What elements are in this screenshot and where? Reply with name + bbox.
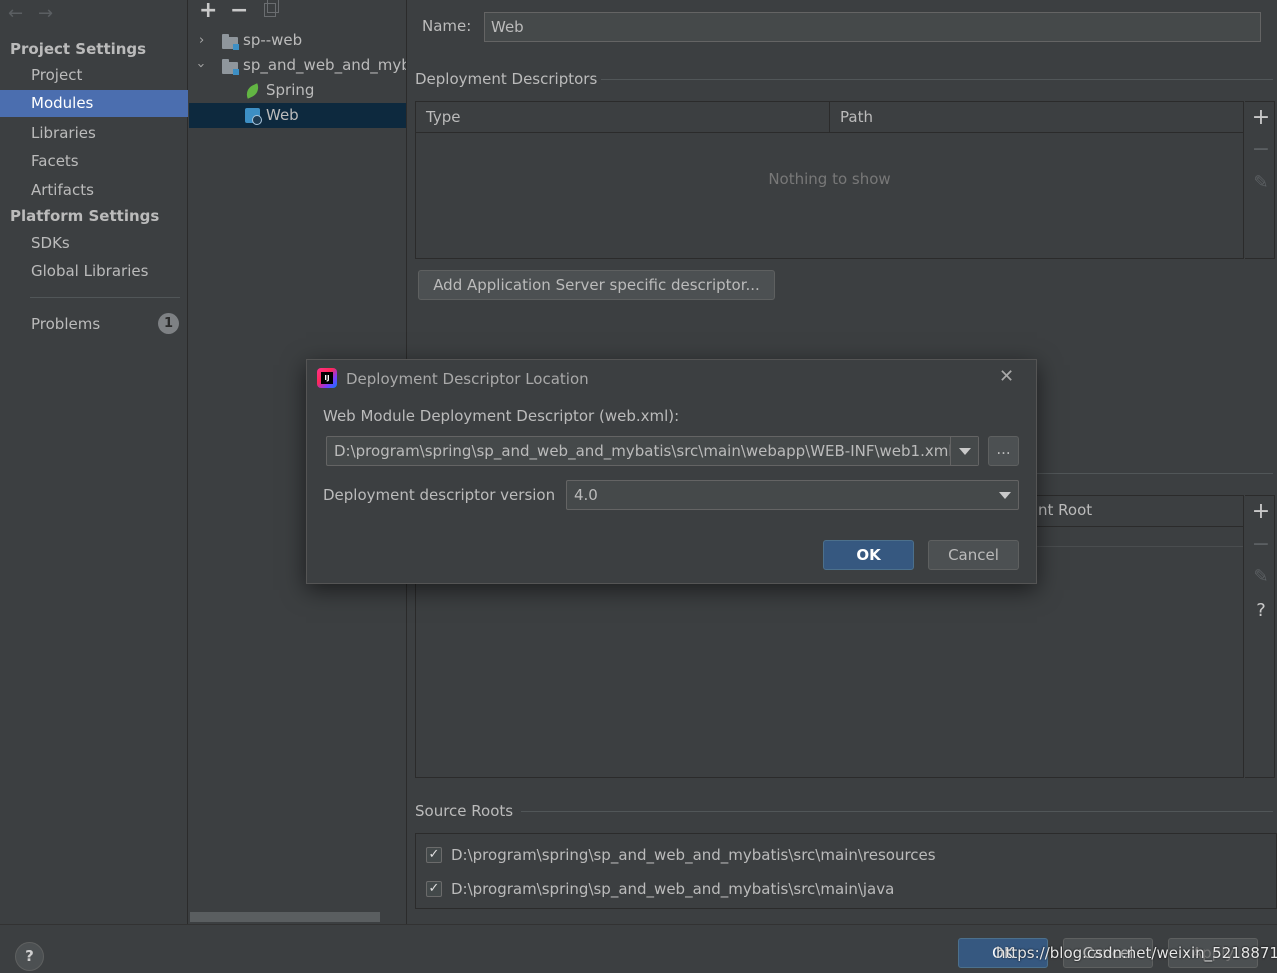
- descriptor-path-combobox[interactable]: D:\program\spring\sp_and_web_and_mybatis…: [326, 436, 979, 466]
- tree-horizontal-scrollbar[interactable]: [190, 912, 380, 922]
- sidebar-item-facets[interactable]: Facets: [0, 148, 188, 175]
- descriptor-version-value: 4.0: [574, 486, 598, 504]
- source-root-path: D:\program\spring\sp_and_web_and_mybatis…: [451, 846, 936, 864]
- tree-node-web[interactable]: Web: [189, 103, 406, 128]
- edit-resource-icon[interactable]: ✎: [1246, 566, 1276, 588]
- tree-node-spring[interactable]: Spring: [189, 78, 406, 103]
- spring-leaf-icon: [243, 83, 262, 99]
- sidebar-separator: [30, 297, 180, 298]
- source-root-checkbox[interactable]: ✓: [426, 847, 442, 863]
- add-descriptor-icon[interactable]: +: [1246, 107, 1276, 129]
- help-button[interactable]: ?: [15, 942, 44, 971]
- web-facet-icon: [245, 108, 262, 125]
- add-app-server-descriptor-button[interactable]: Add Application Server specific descript…: [418, 270, 775, 300]
- deployment-descriptors-title: Deployment Descriptors: [415, 70, 598, 88]
- browse-button[interactable]: ...: [988, 436, 1019, 466]
- tree-node-label: Web: [266, 106, 299, 124]
- descriptor-path-label: Web Module Deployment Descriptor (web.xm…: [323, 407, 680, 425]
- sidebar-item-sdks[interactable]: SDKs: [0, 230, 188, 257]
- tree-node-label: sp--web: [243, 31, 303, 49]
- remove-descriptor-icon[interactable]: −: [1246, 139, 1276, 161]
- edit-descriptor-icon[interactable]: ✎: [1246, 172, 1276, 194]
- intellij-logo-icon: [317, 368, 337, 388]
- forward-arrow-icon[interactable]: →: [38, 3, 53, 24]
- dialog-ok-button[interactable]: OK: [823, 540, 914, 570]
- chevron-right-icon[interactable]: ›: [199, 28, 204, 53]
- platform-settings-heading: Platform Settings: [10, 207, 160, 225]
- path-dropdown-button[interactable]: [950, 437, 978, 465]
- column-header-type[interactable]: Type: [416, 102, 830, 133]
- sidebar-item-artifacts[interactable]: Artifacts: [0, 177, 188, 204]
- chevron-down-icon: [999, 492, 1011, 499]
- group-divider: [1037, 473, 1273, 474]
- sidebar-item-libraries[interactable]: Libraries: [0, 120, 188, 147]
- problems-count-badge: 1: [158, 313, 179, 334]
- module-folder-icon: [222, 34, 239, 50]
- remove-module-icon[interactable]: −: [230, 0, 248, 22]
- sidebar-item-modules[interactable]: Modules: [0, 90, 188, 117]
- group-divider: [601, 79, 1273, 80]
- watermark: https://blog.csdn.net/weixin_52188717: [996, 944, 1277, 962]
- close-icon[interactable]: ✕: [999, 366, 1014, 387]
- source-root-checkbox[interactable]: ✓: [426, 881, 442, 897]
- add-resource-icon[interactable]: +: [1246, 501, 1276, 523]
- chevron-down-icon: [959, 448, 971, 455]
- dialog-title: Deployment Descriptor Location: [346, 370, 589, 388]
- project-settings-heading: Project Settings: [10, 40, 147, 58]
- name-label: Name:: [422, 17, 472, 35]
- source-roots-title: Source Roots: [415, 802, 514, 820]
- sidebar-item-global-libraries[interactable]: Global Libraries: [0, 258, 188, 285]
- group-divider: [521, 811, 1273, 812]
- add-module-icon[interactable]: +: [199, 0, 217, 22]
- empty-table-text: Nothing to show: [768, 170, 891, 188]
- dialog-cancel-button[interactable]: Cancel: [928, 540, 1019, 570]
- tree-node-sp-web[interactable]: › sp--web: [189, 28, 406, 53]
- help-icon[interactable]: ?: [1246, 600, 1276, 622]
- module-folder-icon: [222, 59, 239, 75]
- tree-node-label: Spring: [266, 81, 315, 99]
- descriptor-path-value: D:\program\spring\sp_and_web_and_mybatis…: [334, 442, 953, 460]
- deployment-descriptor-dialog: Deployment Descriptor Location ✕ Web Mod…: [306, 359, 1037, 584]
- sidebar-item-project[interactable]: Project: [0, 62, 188, 89]
- descriptor-version-select[interactable]: 4.0: [566, 480, 1019, 510]
- column-header-relative-root[interactable]: nt Root: [1038, 501, 1092, 519]
- tree-node-label: sp_and_web_and_mybatis: [243, 56, 406, 74]
- tree-node-sp-and-web-and-mybatis[interactable]: › sp_and_web_and_mybatis: [189, 53, 406, 78]
- chevron-down-icon[interactable]: ›: [189, 63, 213, 68]
- deployment-descriptors-table[interactable]: Type Path Nothing to show: [415, 101, 1244, 259]
- descriptor-version-label: Deployment descriptor version: [323, 486, 556, 504]
- name-input[interactable]: Web: [484, 12, 1261, 42]
- remove-resource-icon[interactable]: −: [1246, 534, 1276, 556]
- column-header-path[interactable]: Path: [830, 102, 1243, 133]
- back-arrow-icon[interactable]: ←: [8, 3, 23, 24]
- source-root-path: D:\program\spring\sp_and_web_and_mybatis…: [451, 880, 895, 898]
- settings-sidebar: ← → Project Settings Project Modules Lib…: [0, 0, 188, 924]
- copy-module-icon[interactable]: [264, 0, 279, 17]
